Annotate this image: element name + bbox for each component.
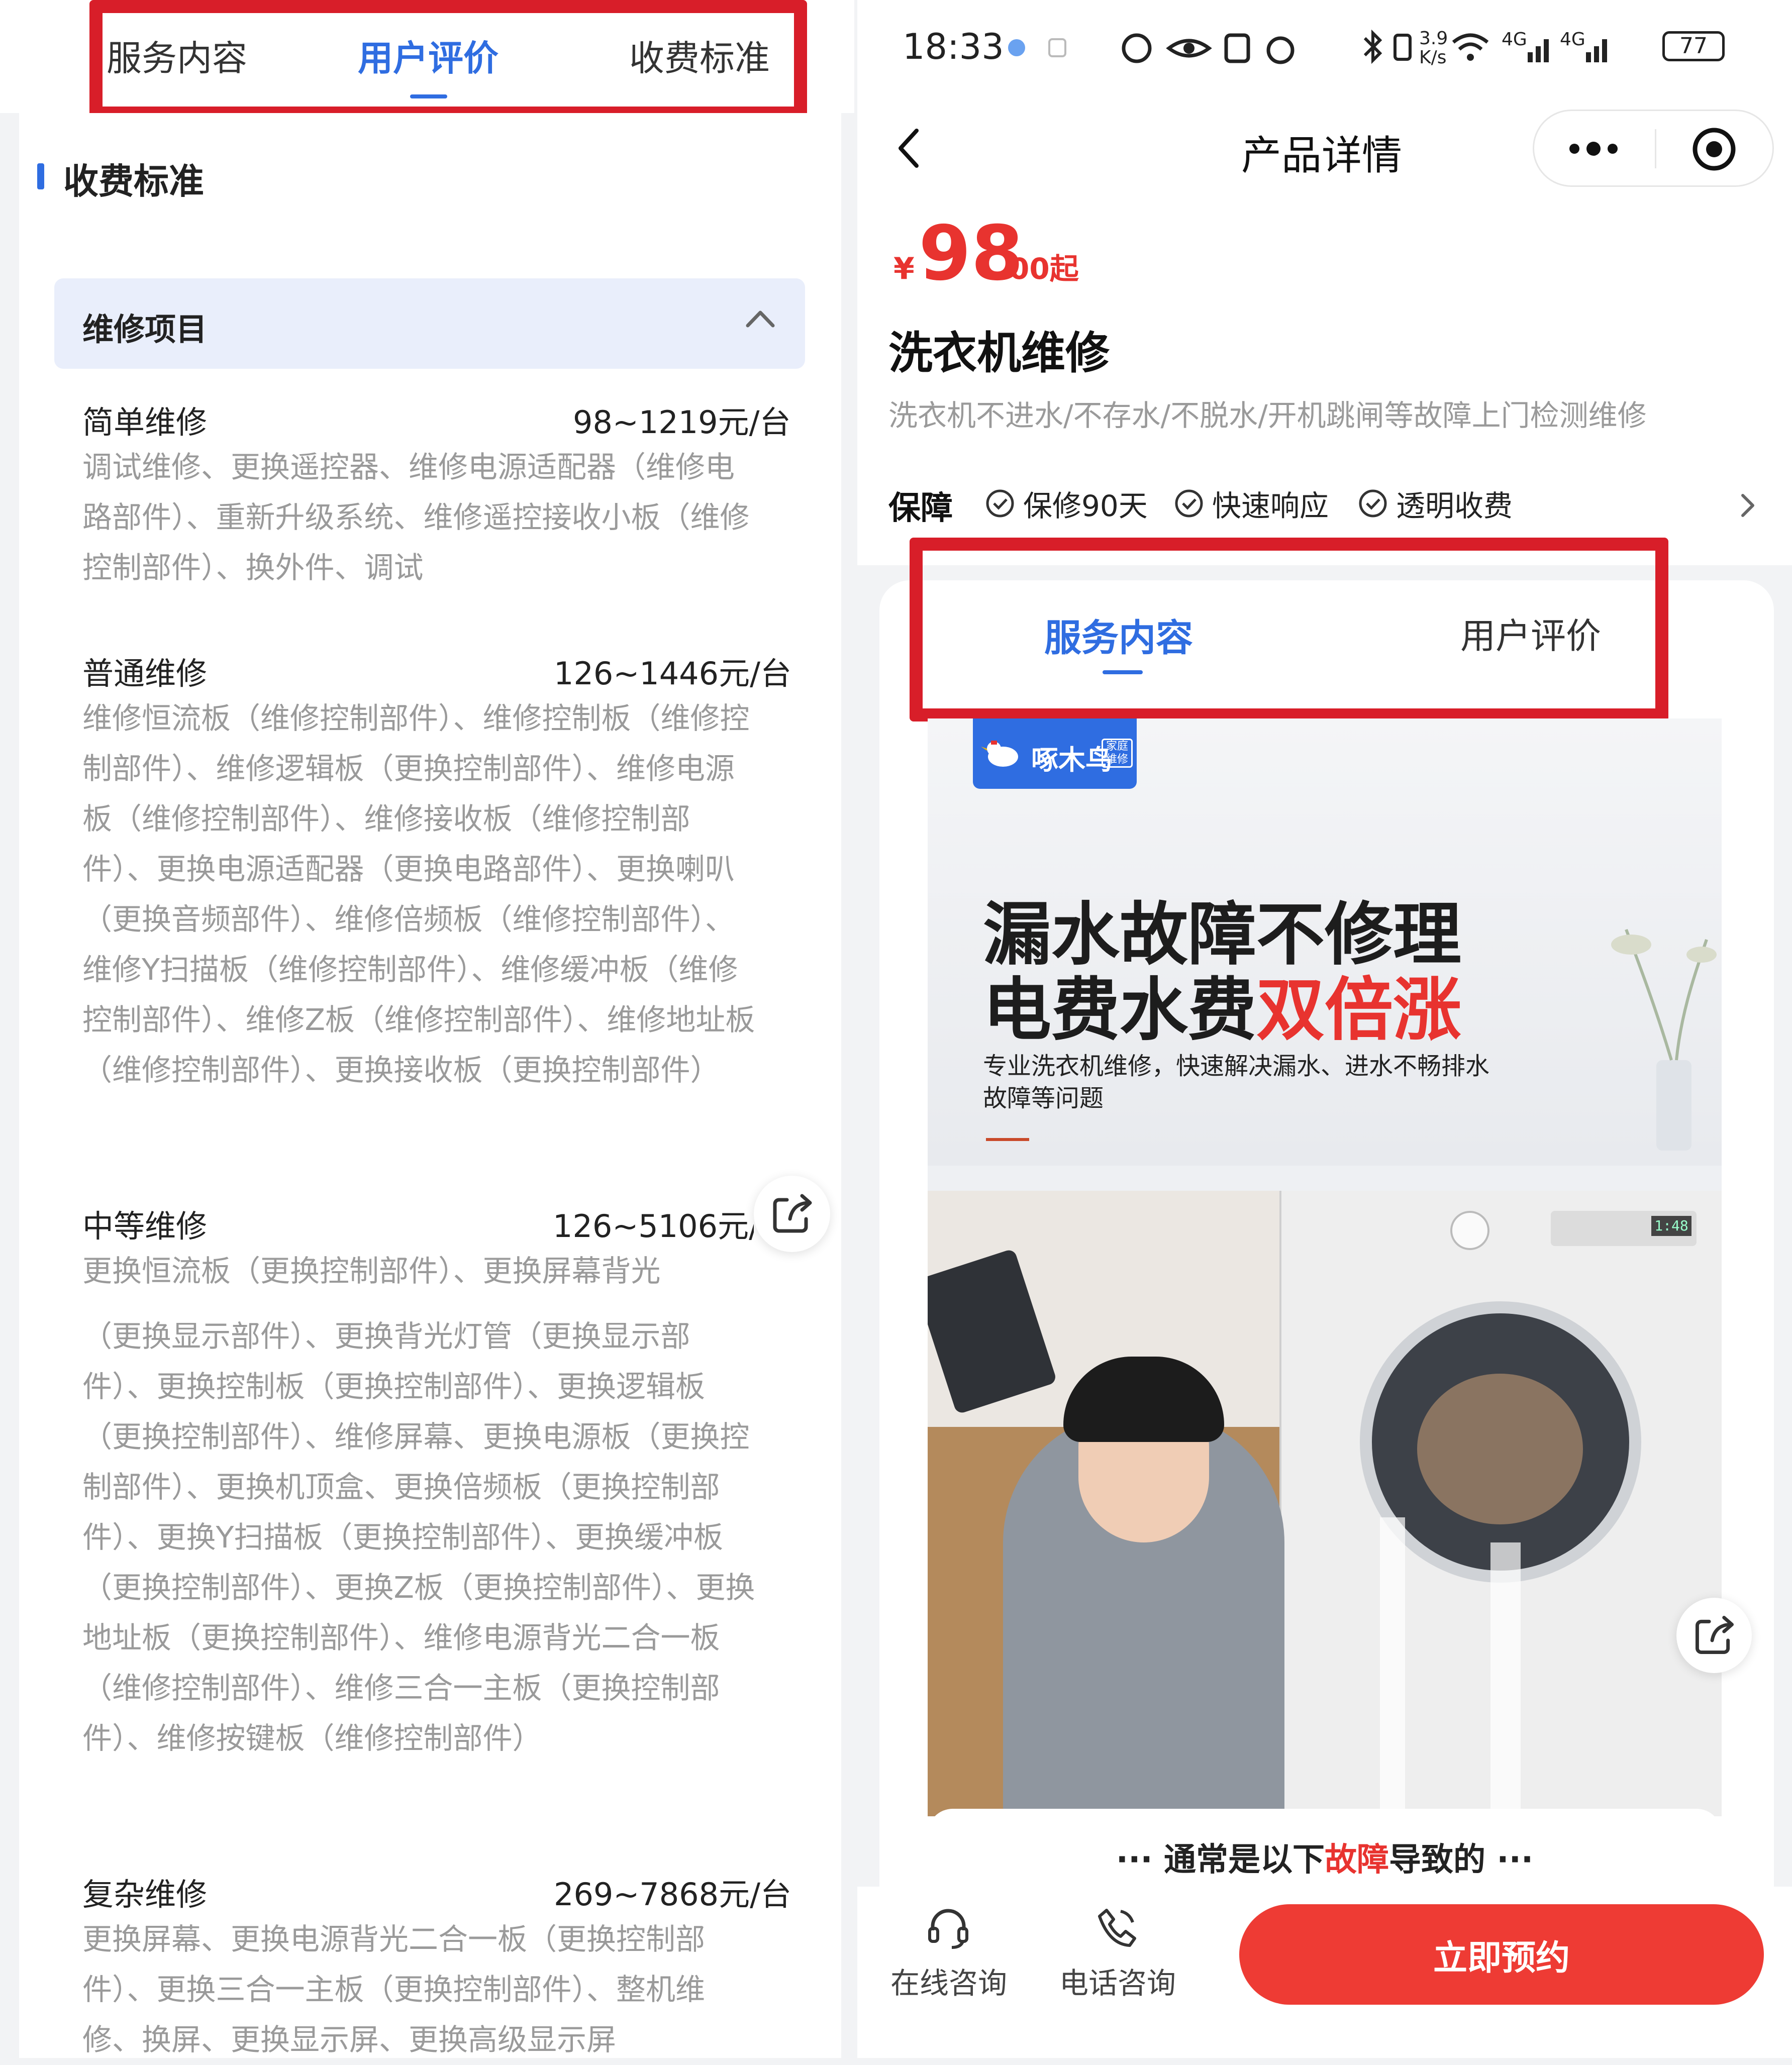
chevron-up-icon[interactable] <box>744 307 777 330</box>
vase-illustration <box>1611 928 1717 1151</box>
battery-indicator: 77 <box>1662 31 1725 61</box>
item-price-clip: 126~5106元/台 <box>553 1201 754 1241</box>
right-screenshot-panel: 18:33 3.9 K/s 4G 4G 77 产品详情 ¥ 98 .00起 洗衣… <box>857 0 1792 2058</box>
share-button[interactable] <box>1676 1598 1752 1673</box>
brand-name: 啄木鸟 <box>1031 744 1113 776</box>
wifi-icon <box>1452 33 1489 61</box>
headline-plain: 电费水费 <box>983 971 1256 1050</box>
product-title: 洗衣机维修 <box>888 327 1110 379</box>
laundry-scene: 1:48 <box>928 1191 1722 1816</box>
headset-icon <box>928 1909 968 1949</box>
phone-icon <box>1098 1909 1136 1947</box>
network-type-1: 4G <box>1502 29 1527 50</box>
status-icons-left <box>1122 33 1295 64</box>
capsule-divider <box>1655 129 1656 168</box>
item-price: 126~5106元/台 <box>553 1208 754 1241</box>
more-dots-icon[interactable] <box>1567 135 1620 162</box>
accordion-title: 维修项目 <box>82 311 208 348</box>
share-icon <box>773 1194 812 1233</box>
chevron-right-icon[interactable] <box>1739 491 1757 520</box>
machine-control-panel: 1:48 <box>1551 1211 1697 1246</box>
brand-logo: 啄木鸟 家庭维修 <box>973 718 1137 789</box>
cause-suffix: 导致的 ··· <box>1389 1841 1534 1879</box>
item-description: 更换屏幕、更换电源背光二合一板（更换控制部件）、更换三合一主板（更换控制部件）、… <box>82 1922 706 2057</box>
guarantee-item: 快速响应 <box>1212 489 1329 523</box>
mini-program-capsule <box>1533 110 1774 187</box>
woodpecker-icon <box>981 741 1018 767</box>
page-title: 产品详情 <box>1241 132 1402 179</box>
item-price: 269~7868元/台 <box>554 1876 791 1913</box>
net-speed-unit: K/s <box>1419 47 1447 68</box>
left-screenshot-panel: 服务内容 用户评价 收费标准 收费标准 维修项目 简单维修 98~1219元/台… <box>0 0 854 2058</box>
cause-prefix: ··· 通常是以下 <box>1116 1841 1325 1879</box>
machine-knob <box>1450 1211 1489 1250</box>
price-decimal: .00起 <box>998 252 1079 286</box>
highlight-box <box>910 538 1668 721</box>
product-subtitle: 洗衣机不进水/不存水/不脱水/开机跳闸等故障上门检测维修 <box>888 398 1647 433</box>
item-name: 复杂维修 <box>82 1876 208 1913</box>
signal-icon-1 <box>1528 39 1549 62</box>
check-circle-icon <box>986 489 1014 518</box>
net-speed-value: 3.9 <box>1419 28 1448 49</box>
shield-icon <box>1048 38 1066 57</box>
banner-headline-2: 电费水费双倍涨 <box>983 955 1461 1054</box>
water-leak-2 <box>1490 1542 1521 1816</box>
item-name: 普通维修 <box>82 655 208 692</box>
item-price: 126~1446元/台 <box>554 655 791 692</box>
cause-accent: 故障 <box>1325 1841 1389 1879</box>
promo-banner: 啄木鸟 家庭维修 漏水故障不修理 电费水费双倍涨 专业洗衣机维修，快速解决漏水、… <box>928 718 1722 1816</box>
online-consult-label: 在线咨询 <box>890 1966 1008 2000</box>
share-icon <box>1695 1616 1734 1655</box>
price-currency: ¥ <box>893 251 915 286</box>
close-circle-icon[interactable] <box>1690 125 1738 173</box>
cause-heading: ··· 通常是以下故障导致的 ··· <box>928 1834 1722 1880</box>
guarantee-item: 保修90天 <box>1023 489 1148 523</box>
check-circle-icon <box>1175 489 1203 518</box>
phone-consult-button[interactable]: 电话咨询 <box>1059 1904 1176 2015</box>
status-time: 18:33 <box>903 26 1004 67</box>
check-circle-icon <box>1359 489 1387 518</box>
brand-sub: 家庭维修 <box>1102 739 1133 768</box>
highlight-box <box>89 0 807 120</box>
machine-display: 1:48 <box>1651 1216 1691 1236</box>
item-description: 维修恒流板（维修控制部件）、维修控制板（维修控制部件）、维修逻辑板（更换控制部件… <box>82 701 755 1087</box>
item-price: 98~1219元/台 <box>573 404 791 441</box>
clothes-in-drum <box>1417 1374 1583 1524</box>
item-description: 更换恒流板（更换控制部件）、更换屏幕背光 <box>82 1254 661 1288</box>
item-name: 中等维修 <box>82 1208 208 1245</box>
guarantee-label: 保障 <box>888 490 953 527</box>
item-name: 简单维修 <box>82 404 208 441</box>
item-description: 调试维修、更换遥控器、维修电源适配器（维修电路部件）、重新升级系统、维修遥控接收… <box>82 450 750 585</box>
share-button[interactable] <box>754 1176 830 1252</box>
book-now-button[interactable]: 立即预约 <box>1239 1904 1764 2005</box>
banner-subtext: 专业洗衣机维修，快速解决漏水、进水不畅排水故障等问题 <box>983 1052 1490 1112</box>
item-description: （更换显示部件）、更换背光灯管（更换显示部件）、更换控制板（更换控制部件）、更换… <box>82 1319 755 1756</box>
signal-icon-2 <box>1586 39 1607 62</box>
headline-accent: 双倍涨 <box>1256 971 1461 1050</box>
bluetooth-vibrate-icons <box>1363 29 1412 64</box>
guarantee-item: 透明收费 <box>1396 489 1513 523</box>
back-arrow-icon[interactable] <box>894 126 925 171</box>
section-title: 收费标准 <box>63 161 204 202</box>
cause-heading-strip: ··· 通常是以下故障导致的 ··· <box>928 1809 1722 1889</box>
network-type-2: 4G <box>1560 29 1585 50</box>
water-leak-1 <box>1380 1517 1405 1816</box>
section-marker <box>37 163 44 189</box>
online-consult-button[interactable]: 在线咨询 <box>890 1904 1007 2015</box>
location-icon <box>1008 39 1025 56</box>
banner-accent-line <box>986 1138 1029 1141</box>
phone-consult-label: 电话咨询 <box>1059 1966 1176 2000</box>
